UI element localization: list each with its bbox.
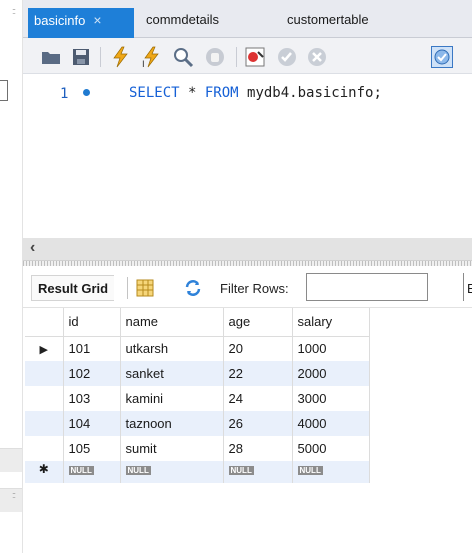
cell-age[interactable]: 24 — [223, 386, 293, 411]
filter-rows-label: Filter Rows: — [220, 281, 289, 296]
table-row[interactable]: 102 sanket 22 2000 — [25, 361, 370, 386]
navigator-field-edge[interactable] — [0, 80, 8, 101]
collapsed-panel[interactable] — [0, 488, 22, 512]
column-header-name[interactable]: name — [120, 308, 224, 337]
toolbar-separator — [463, 273, 464, 301]
query-tab-bar: basicinfo × commdetails customertable — [23, 0, 472, 38]
execute-current-lightning-icon[interactable]: I — [141, 46, 163, 68]
result-grid[interactable]: id name age salary ▶ 101 utkarsh 20 1000… — [25, 308, 370, 483]
row-gutter[interactable] — [25, 436, 64, 461]
truncated-toolbar-label: E — [467, 281, 472, 296]
toolbar-separator — [100, 47, 101, 67]
table-row[interactable]: 105 sumit 28 5000 — [25, 436, 370, 461]
open-folder-icon[interactable] — [40, 46, 62, 68]
sql-statement[interactable]: SELECT * FROM mydb4.basicinfo; — [129, 85, 382, 101]
cell-age[interactable]: 26 — [223, 411, 293, 436]
select-star: * — [179, 85, 205, 101]
panel-grip-icon: :: — [12, 6, 16, 16]
svg-text:I: I — [142, 60, 145, 68]
sql-editor[interactable]: 1 SELECT * FROM mydb4.basicinfo; — [23, 74, 472, 238]
result-toolbar: Result Grid Filter Rows: E — [23, 268, 472, 308]
cell-name[interactable]: sumit — [120, 436, 224, 461]
autocommit-toggle-icon[interactable] — [431, 46, 453, 68]
statement-marker-icon — [83, 89, 90, 96]
column-header-age[interactable]: age — [223, 308, 293, 337]
row-gutter[interactable] — [25, 386, 64, 411]
cell-name[interactable]: taznoon — [120, 411, 224, 436]
refresh-icon[interactable] — [183, 279, 203, 297]
collapsed-panel[interactable] — [0, 448, 22, 472]
tab-customertable[interactable]: customertable — [287, 9, 369, 37]
rollback-x-icon[interactable] — [306, 46, 328, 68]
cell-id[interactable]: 101 — [63, 336, 121, 361]
table-row[interactable]: ▶ 101 utkarsh 20 1000 — [25, 336, 370, 361]
execute-lightning-icon[interactable] — [109, 46, 131, 68]
tab-label: basicinfo — [34, 13, 86, 28]
null-badge[interactable]: NULL — [68, 466, 94, 475]
column-header-id[interactable]: id — [63, 308, 121, 337]
null-badge[interactable]: NULL — [297, 466, 323, 475]
new-row[interactable]: ✱ NULL NULL NULL NULL — [25, 461, 370, 483]
keyword-from: FROM — [204, 85, 239, 101]
pane-splitter[interactable] — [23, 260, 472, 266]
cell-name[interactable]: sanket — [120, 361, 224, 386]
toolbar-separator — [236, 47, 237, 67]
cell-id[interactable]: 105 — [63, 436, 121, 461]
row-header-corner — [25, 308, 64, 337]
result-grid-button[interactable]: Result Grid — [31, 275, 115, 301]
editor-horizontal-scrollbar[interactable]: ‹ — [23, 238, 472, 260]
toggle-error-icon[interactable] — [244, 46, 266, 68]
cell-age[interactable]: 20 — [223, 336, 293, 361]
row-gutter[interactable] — [25, 361, 64, 386]
cell-age[interactable]: 28 — [223, 436, 293, 461]
tab-label: customertable — [287, 12, 369, 27]
grid-view-icon[interactable] — [136, 279, 154, 297]
commit-check-icon[interactable] — [276, 46, 298, 68]
filter-rows-input[interactable] — [306, 273, 428, 301]
tab-basicinfo[interactable]: basicinfo × — [28, 8, 134, 38]
line-number: 1 — [60, 86, 69, 102]
cell-salary[interactable]: 1000 — [292, 336, 370, 361]
cell-salary[interactable]: 4000 — [292, 411, 370, 436]
cell-salary[interactable]: 2000 — [292, 361, 370, 386]
sql-editor-toolbar: I — [23, 38, 472, 74]
cell-id[interactable]: 104 — [63, 411, 121, 436]
current-row-arrow-icon: ▶ — [39, 344, 48, 357]
table-reference: mydb4.basicinfo; — [238, 85, 382, 101]
keyword-select: SELECT — [129, 85, 180, 101]
table-row[interactable]: 104 taznoon 26 4000 — [25, 411, 370, 436]
table-row[interactable]: 103 kamini 24 3000 — [25, 386, 370, 411]
toolbar-separator — [127, 277, 128, 299]
cell-name[interactable]: utkarsh — [120, 336, 224, 361]
cell-id[interactable]: 103 — [63, 386, 121, 411]
navigator-panel-edge: :: :: — [0, 0, 23, 553]
null-badge[interactable]: NULL — [228, 466, 254, 475]
close-icon[interactable]: × — [93, 8, 101, 32]
column-header-salary[interactable]: salary — [292, 308, 370, 337]
cell-salary[interactable]: 3000 — [292, 386, 370, 411]
tab-label: commdetails — [146, 12, 219, 27]
table-header-row: id name age salary — [25, 308, 370, 337]
explain-magnifier-icon[interactable] — [172, 46, 194, 68]
cell-salary[interactable]: 5000 — [292, 436, 370, 461]
scroll-left-icon[interactable]: ‹ — [30, 239, 35, 257]
new-row-asterisk-icon: ✱ — [38, 462, 49, 476]
panel-grip-icon: :: — [12, 490, 16, 500]
cell-id[interactable]: 102 — [63, 361, 121, 386]
null-badge[interactable]: NULL — [125, 466, 151, 475]
row-gutter[interactable] — [25, 411, 64, 436]
stop-hand-icon[interactable] — [204, 46, 226, 68]
cell-name[interactable]: kamini — [120, 386, 224, 411]
save-icon[interactable] — [70, 46, 92, 68]
cell-age[interactable]: 22 — [223, 361, 293, 386]
tab-commdetails[interactable]: commdetails — [146, 9, 219, 37]
